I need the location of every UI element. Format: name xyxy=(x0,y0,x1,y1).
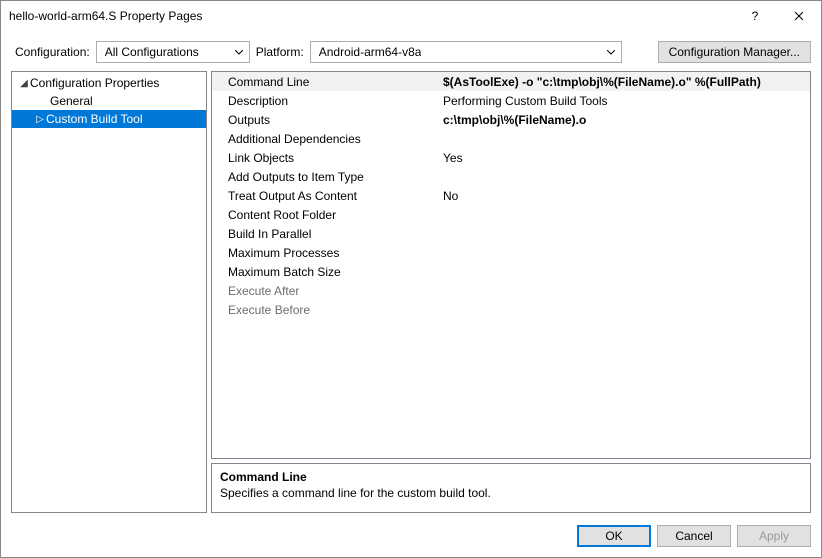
property-row[interactable]: Execute After xyxy=(212,281,810,300)
configuration-manager-button[interactable]: Configuration Manager... xyxy=(658,41,811,63)
property-label: Execute Before xyxy=(212,303,439,317)
property-value[interactable]: No xyxy=(439,189,810,203)
tree-item-general[interactable]: General xyxy=(12,92,206,110)
tree-item-custom-build-tool[interactable]: ▷ Custom Build Tool xyxy=(12,110,206,128)
property-label: Content Root Folder xyxy=(212,208,439,222)
description-text: Specifies a command line for the custom … xyxy=(220,486,802,500)
description-panel: Command Line Specifies a command line fo… xyxy=(211,463,811,513)
collapse-icon: ◢ xyxy=(18,78,30,89)
chevron-down-icon xyxy=(607,50,615,55)
property-value[interactable]: Performing Custom Build Tools xyxy=(439,94,810,108)
property-label: Add Outputs to Item Type xyxy=(212,170,439,184)
platform-dropdown[interactable]: Android-arm64-v8a xyxy=(310,41,622,63)
property-value[interactable]: $(AsToolExe) -o "c:\tmp\obj\%(FileName).… xyxy=(439,75,810,89)
window-title: hello-world-arm64.S Property Pages xyxy=(9,9,733,23)
property-label: Outputs xyxy=(212,113,439,127)
close-icon xyxy=(794,11,804,21)
property-row[interactable]: Execute Before xyxy=(212,300,810,319)
description-heading: Command Line xyxy=(220,470,802,484)
chevron-down-icon xyxy=(235,50,243,55)
property-label: Additional Dependencies xyxy=(212,132,439,146)
platform-label: Platform: xyxy=(256,45,304,59)
property-label: Execute After xyxy=(212,284,439,298)
title-bar: hello-world-arm64.S Property Pages ? xyxy=(1,1,821,31)
property-row[interactable]: Command Line$(AsToolExe) -o "c:\tmp\obj\… xyxy=(212,72,810,91)
property-label: Build In Parallel xyxy=(212,227,439,241)
property-row[interactable]: Additional Dependencies xyxy=(212,129,810,148)
property-label: Link Objects xyxy=(212,151,439,165)
property-value[interactable]: Yes xyxy=(439,151,810,165)
property-label: Description xyxy=(212,94,439,108)
property-row[interactable]: Link ObjectsYes xyxy=(212,148,810,167)
expand-icon: ▷ xyxy=(34,114,46,125)
configuration-label: Configuration: xyxy=(15,45,90,59)
ok-button[interactable]: OK xyxy=(577,525,651,547)
apply-button[interactable]: Apply xyxy=(737,525,811,547)
property-row[interactable]: Outputsc:\tmp\obj\%(FileName).o xyxy=(212,110,810,129)
dialog-footer: OK Cancel Apply xyxy=(1,519,821,557)
property-row[interactable]: Treat Output As ContentNo xyxy=(212,186,810,205)
property-row[interactable]: Maximum Batch Size xyxy=(212,262,810,281)
close-button[interactable] xyxy=(777,1,821,31)
property-grid[interactable]: Command Line$(AsToolExe) -o "c:\tmp\obj\… xyxy=(211,71,811,459)
tree-root-label: Configuration Properties xyxy=(30,76,159,90)
category-tree[interactable]: ◢ Configuration Properties General ▷ Cus… xyxy=(11,71,207,513)
help-button[interactable]: ? xyxy=(733,1,777,31)
tree-item-label: General xyxy=(50,94,93,108)
config-toolbar: Configuration: All Configurations Platfo… xyxy=(1,31,821,71)
property-label: Command Line xyxy=(212,75,439,89)
tree-root[interactable]: ◢ Configuration Properties xyxy=(12,74,206,92)
configuration-value: All Configurations xyxy=(105,45,199,59)
property-label: Maximum Batch Size xyxy=(212,265,439,279)
tree-item-label: Custom Build Tool xyxy=(46,112,143,126)
property-row[interactable]: Maximum Processes xyxy=(212,243,810,262)
property-label: Treat Output As Content xyxy=(212,189,439,203)
cancel-button[interactable]: Cancel xyxy=(657,525,731,547)
property-row[interactable]: Content Root Folder xyxy=(212,205,810,224)
property-row[interactable]: DescriptionPerforming Custom Build Tools xyxy=(212,91,810,110)
property-value[interactable]: c:\tmp\obj\%(FileName).o xyxy=(439,113,810,127)
property-row[interactable]: Add Outputs to Item Type xyxy=(212,167,810,186)
platform-value: Android-arm64-v8a xyxy=(319,45,422,59)
property-row[interactable]: Build In Parallel xyxy=(212,224,810,243)
property-label: Maximum Processes xyxy=(212,246,439,260)
configuration-dropdown[interactable]: All Configurations xyxy=(96,41,250,63)
